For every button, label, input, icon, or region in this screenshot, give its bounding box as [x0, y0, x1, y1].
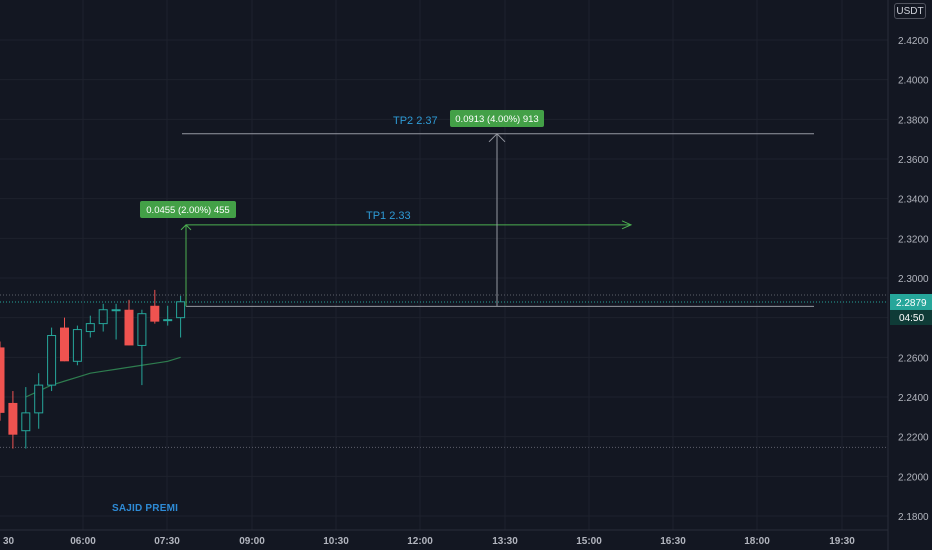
price-chart[interactable]: 0.0455 (2.00%) 455 0.0913 (4.00%) 913 TP1 … [0, 0, 932, 550]
candle-body [8, 402, 18, 435]
countdown-text: 04:50 [899, 313, 924, 324]
price-tick-label: 2.2600 [898, 353, 929, 364]
time-tick-label: 09:00 [239, 536, 265, 547]
price-tick-label: 2.4200 [898, 36, 929, 47]
price-tick-label: 2.2200 [898, 433, 929, 444]
time-tick-label: 19:30 [829, 536, 855, 547]
price-tick-label: 2.2400 [898, 393, 929, 404]
time-tick-label: 07:30 [154, 536, 180, 547]
candle-body [47, 335, 57, 386]
price-tick-label: 2.3400 [898, 195, 929, 206]
price-tick-label: 2.3200 [898, 234, 929, 245]
price-tick-label: 2.1800 [898, 512, 929, 523]
time-tick-label: 13:30 [492, 536, 518, 547]
candle-body [98, 309, 108, 325]
candle-body [85, 323, 95, 333]
candle-down [0, 341, 5, 421]
time-tick-label: 12:00 [407, 536, 433, 547]
candle-body [21, 412, 31, 432]
watermark-label: SAJID PREMI [112, 503, 179, 514]
price-tick-label: 2.3600 [898, 155, 929, 166]
candle-body [0, 347, 5, 413]
current-price-text: 2.2879 [896, 298, 927, 309]
candle-up [47, 327, 57, 392]
price-tick-label: 2.3000 [898, 274, 929, 285]
time-tick-label: 30 [3, 536, 15, 547]
tp1-measure-text: 0.0455 (2.00%) 455 [146, 205, 229, 216]
candle-body [137, 313, 147, 346]
tp2-measure-text: 0.0913 (4.00%) 913 [455, 114, 538, 125]
time-tick-label: 06:00 [70, 536, 96, 547]
time-tick-label: 10:30 [323, 536, 349, 547]
time-tick-label: 15:00 [576, 536, 602, 547]
candle-body [72, 329, 82, 362]
price-tick-label: 2.3800 [898, 115, 929, 126]
time-tick-label: 18:00 [744, 536, 770, 547]
price-tick-label: 2.2000 [898, 472, 929, 483]
currency-badge[interactable]: USDT [894, 3, 926, 19]
candle-body [111, 309, 121, 312]
candle-body [176, 301, 186, 319]
tp1-label[interactable]: TP1 2.33 [366, 210, 411, 222]
candle-body [150, 305, 160, 322]
tp2-label[interactable]: TP2 2.37 [393, 115, 438, 127]
candle-up [72, 325, 82, 366]
candle-body [60, 327, 69, 362]
candle-body [34, 384, 44, 414]
candle-body [163, 319, 173, 322]
candle-body [124, 309, 134, 346]
price-tick-label: 2.4000 [898, 76, 929, 87]
time-tick-label: 16:30 [660, 536, 686, 547]
